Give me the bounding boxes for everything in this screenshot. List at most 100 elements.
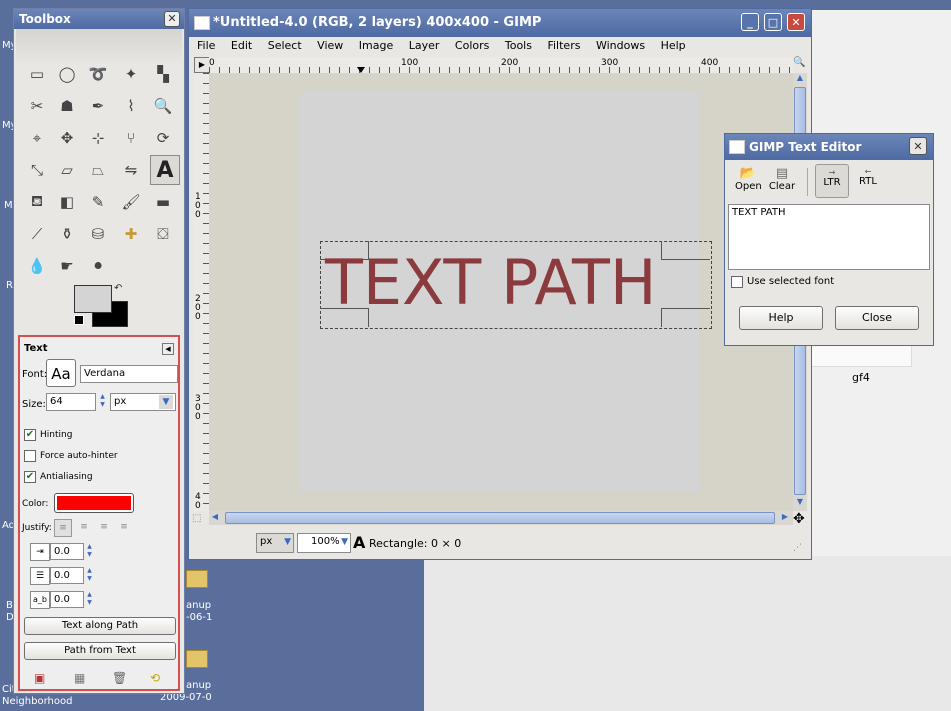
text-editor-titlebar[interactable]: GIMP Text Editor ✕ xyxy=(725,134,933,160)
horizontal-scrollbar[interactable]: ◀ ▶ xyxy=(209,511,793,525)
text-editor-close-icon[interactable]: ✕ xyxy=(909,137,927,155)
folder-label[interactable]: anup xyxy=(186,680,211,691)
path-from-text-button[interactable]: Path from Text xyxy=(24,642,176,660)
chevron-down-icon[interactable]: ▼ xyxy=(159,395,173,409)
foreground-select-icon[interactable]: ☗ xyxy=(54,93,80,119)
reset-options-icon[interactable]: ⟲ xyxy=(150,671,160,685)
restore-options-icon[interactable]: ▦ xyxy=(74,671,85,685)
lasso-icon[interactable]: ➰ xyxy=(85,61,111,87)
file-label-gf4[interactable]: gf4 xyxy=(852,371,870,384)
toolbox-titlebar[interactable]: Toolbox ✕ xyxy=(14,9,184,29)
menu-windows[interactable]: Windows xyxy=(596,39,645,52)
dodge-burn-icon[interactable]: ⚫ xyxy=(85,253,111,279)
menu-view[interactable]: View xyxy=(317,39,343,52)
heal-icon[interactable]: ✚ xyxy=(118,221,144,247)
ltr-button[interactable]: → LTR xyxy=(815,164,849,198)
hinting-checkbox[interactable]: ✔ xyxy=(24,429,36,441)
text-along-path-button[interactable]: Text along Path xyxy=(24,617,176,635)
zoom-icon[interactable]: 🔍 xyxy=(150,93,176,119)
antialiasing-checkbox[interactable]: ✔ xyxy=(24,471,36,483)
folder-label[interactable]: -06-1 xyxy=(186,612,212,623)
move-icon[interactable]: ✥ xyxy=(54,125,80,151)
menu-filters[interactable]: Filters xyxy=(547,39,580,52)
minimize-button[interactable]: _ xyxy=(741,13,759,31)
ellipse-select-icon[interactable]: ◯ xyxy=(54,61,80,87)
scroll-up-icon[interactable]: ▲ xyxy=(794,73,806,85)
desktop-icon-label[interactable]: R xyxy=(6,280,13,291)
resize-grip-icon[interactable]: ⋰ xyxy=(793,543,802,553)
text-editor-textarea[interactable]: TEXT PATH xyxy=(728,204,930,270)
folder-label[interactable]: anup xyxy=(186,600,211,611)
text-tool-icon[interactable]: A xyxy=(150,155,180,185)
line-spacing-spinner-icon[interactable]: ▲ ▼ xyxy=(86,567,93,583)
navigate-icon[interactable]: ✥ xyxy=(793,511,805,527)
size-input[interactable]: 64 xyxy=(46,393,96,411)
menu-colors[interactable]: Colors xyxy=(455,39,489,52)
delete-options-icon[interactable]: 🗑 xyxy=(112,671,127,685)
chevron-down-icon[interactable]: ▼ xyxy=(341,536,348,548)
font-preview-button[interactable]: Aa xyxy=(46,359,76,387)
scroll-left-icon[interactable]: ◀ xyxy=(209,512,221,524)
toolbox-close-button[interactable]: ✕ xyxy=(164,11,180,27)
menu-image[interactable]: Image xyxy=(359,39,393,52)
rtl-button[interactable]: ← RTL xyxy=(853,164,883,198)
justify-right-icon[interactable]: ≡ xyxy=(76,519,92,535)
menu-layer[interactable]: Layer xyxy=(409,39,440,52)
flip-icon[interactable]: ⇋ xyxy=(118,157,144,183)
vertical-ruler[interactable]: 1 0 0 2 0 0 3 0 0 4 0 xyxy=(194,73,210,511)
justify-left-icon[interactable]: ≡ xyxy=(54,519,72,537)
open-button[interactable]: 📂 Open xyxy=(735,166,762,198)
paths-icon[interactable]: ✒ xyxy=(85,93,111,119)
menu-select[interactable]: Select xyxy=(268,39,302,52)
smudge-icon[interactable]: ☛ xyxy=(54,253,80,279)
foreground-color-swatch[interactable] xyxy=(74,285,112,313)
line-spacing-input[interactable]: 0.0 xyxy=(50,567,84,584)
force-autohinter-checkbox[interactable] xyxy=(24,450,36,462)
letter-spacing-input[interactable]: 0.0 xyxy=(50,591,84,608)
save-options-icon[interactable]: ▣ xyxy=(34,671,45,685)
crop-icon[interactable]: ⑂ xyxy=(118,125,144,151)
chevron-down-icon[interactable]: ▼ xyxy=(284,536,291,548)
menu-help[interactable]: Help xyxy=(661,39,686,52)
letter-spacing-spinner-icon[interactable]: ▲ ▼ xyxy=(86,591,93,607)
justify-fill-icon[interactable]: ≡ xyxy=(116,519,132,535)
clear-button[interactable]: ▤ Clear xyxy=(767,166,797,198)
zoom-dropdown[interactable]: 100% ▼ xyxy=(297,533,351,553)
desktop-icon-label[interactable]: B xyxy=(6,600,13,611)
gimp-titlebar[interactable]: *Untitled-4.0 (RGB, 2 layers) 400x400 - … xyxy=(189,9,811,37)
color-picker-icon[interactable]: ⌇ xyxy=(118,93,144,119)
rect-select-icon[interactable]: ▭ xyxy=(24,61,50,87)
indent-spinner-icon[interactable]: ▲ ▼ xyxy=(86,543,93,559)
desktop-icon-label[interactable]: M xyxy=(4,200,13,211)
unit-dropdown[interactable]: px ▼ xyxy=(256,533,294,553)
bucket-fill-icon[interactable]: ⛾ xyxy=(24,189,50,215)
horizontal-scroll-thumb[interactable] xyxy=(225,512,775,524)
perspective-icon[interactable]: ⏢ xyxy=(85,157,111,183)
folder-icon[interactable] xyxy=(186,650,208,668)
image-menu-button[interactable]: ▶ xyxy=(194,57,210,73)
align-icon[interactable]: ⊹ xyxy=(85,125,111,151)
blend-icon[interactable]: ◧ xyxy=(54,189,80,215)
options-menu-icon[interactable]: ◀ xyxy=(162,343,174,355)
help-button[interactable]: Help xyxy=(739,306,823,330)
use-selected-font-checkbox[interactable] xyxy=(731,276,743,288)
desktop-icon-label[interactable]: Neighborhood xyxy=(2,696,72,707)
default-colors-icon[interactable] xyxy=(74,315,84,325)
menu-tools[interactable]: Tools xyxy=(505,39,532,52)
canvas-viewport[interactable]: TEXT PATH xyxy=(209,73,793,511)
horizontal-ruler[interactable]: 0 100 200 300 400 xyxy=(209,57,793,74)
perspective-clone-icon[interactable]: ⛋ xyxy=(150,221,176,247)
unit-select[interactable]: px ▼ xyxy=(110,393,176,411)
transform-handle[interactable] xyxy=(661,308,710,327)
ink-icon[interactable]: ⚱ xyxy=(54,221,80,247)
font-input[interactable]: Verdana xyxy=(80,365,178,383)
scissors-icon[interactable]: ✂ xyxy=(24,93,50,119)
maximize-button[interactable]: □ xyxy=(764,13,782,31)
size-spinner-icon[interactable]: ▲ ▼ xyxy=(99,393,106,409)
fuzzy-select-icon[interactable]: ✦ xyxy=(118,61,144,87)
scale-icon[interactable]: ⤡ xyxy=(24,157,50,183)
close-dialog-button[interactable]: Close xyxy=(835,306,919,330)
pencil-icon[interactable]: ✎ xyxy=(85,189,111,215)
justify-center-icon[interactable]: ≡ xyxy=(96,519,112,535)
eraser-icon[interactable]: ▬ xyxy=(150,189,176,215)
